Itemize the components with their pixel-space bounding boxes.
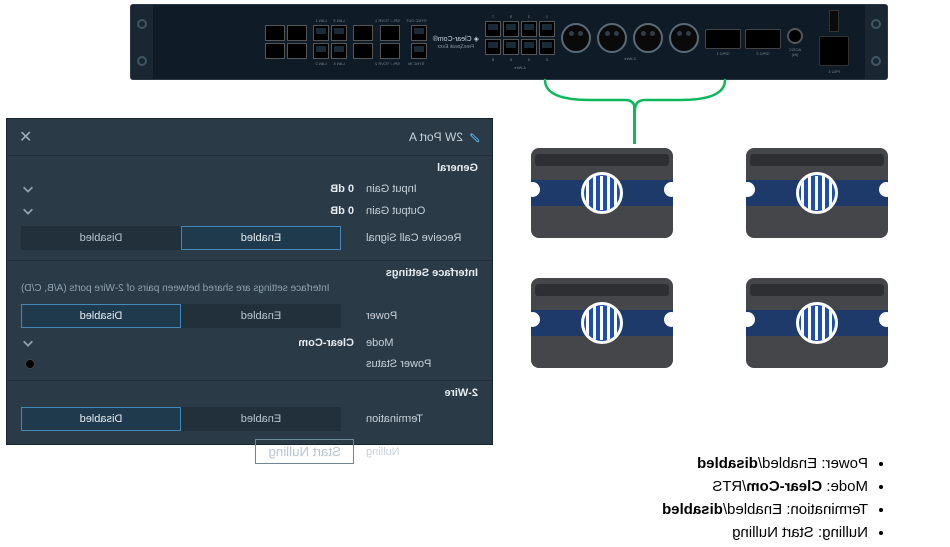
beltpack (746, 148, 888, 238)
two-wire-heading: 2-Wire (21, 387, 478, 399)
termination-label: Termination (366, 413, 478, 425)
power-label: Power (366, 310, 478, 322)
tcvr1-label: SPL / TCVR 1 (375, 18, 400, 23)
four-wire-group: 12 34 56 78 4-Wire (485, 14, 555, 70)
list-item: Mode: Clear-Com/RTS (662, 475, 868, 498)
beltpack (531, 278, 673, 368)
rack-ear-left (865, 5, 887, 79)
two-wire-group: 2-Wire (561, 23, 699, 61)
list-item: Termination: Enabled/disabled (662, 498, 868, 521)
output-gain-label: Output Gain (366, 205, 478, 217)
chevron-down-icon (21, 336, 35, 350)
seg-disabled[interactable]: Disabled (21, 407, 181, 431)
brand-label: Clear-Com (438, 36, 472, 43)
seg-disabled[interactable]: Disabled (21, 304, 181, 328)
lan-sfp-group (265, 25, 307, 59)
connection-wire (634, 104, 637, 144)
pencil-icon (469, 132, 480, 143)
power-status-label: Power Status (366, 358, 478, 370)
input-gain-value: 0 dB (330, 183, 354, 195)
output-gain-value: 0 dB (330, 205, 354, 217)
psu-group: PSU 1 (809, 10, 859, 74)
general-heading: General (21, 162, 478, 174)
acdc-group: AC/DC (IN) (787, 28, 803, 57)
list-item: Nulling: Start Nulling (662, 521, 868, 544)
start-nulling-button[interactable]: Start Nulling (255, 439, 354, 464)
input-gain-row[interactable]: Input Gain 0 dB (21, 178, 478, 200)
input-gain-label: Input Gain (366, 183, 478, 195)
rack-unit: PSU 1 AC/DC (IN) GPIO 2 GPIO 1 2-Wire 12 … (130, 4, 888, 80)
chevron-down-icon (21, 204, 35, 218)
psu1-label: PSU 1 (828, 69, 840, 74)
sync-in-label: SYNC IN (406, 61, 427, 66)
tcvr2-label: SPL / TCVR 2 (375, 61, 400, 66)
beltpack (746, 278, 888, 368)
beltpack (531, 148, 673, 238)
seg-enabled[interactable]: Enabled (181, 226, 341, 250)
receive-call-toggle[interactable]: Enabled Disabled (21, 226, 341, 250)
gpio1-label: GPIO 1 (716, 51, 729, 56)
sync-out-label: SYNC OUT (406, 18, 427, 23)
gpio2-label: GPIO 2 (756, 51, 769, 56)
termination-toggle[interactable]: Enabled Disabled (21, 407, 341, 431)
lan3-label: LAN 3 (331, 18, 347, 23)
acdc-label: AC/DC (IN) (789, 47, 801, 57)
seg-enabled[interactable]: Enabled (181, 304, 341, 328)
bullet-list: Power: Enabled/disabled Mode: Clear-Com/… (662, 452, 888, 544)
nulling-label: Nulling (366, 446, 478, 458)
rack-ear-right (131, 5, 153, 79)
mode-label: Mode (366, 337, 478, 349)
output-gain-row[interactable]: Output Gain 0 dB (21, 200, 478, 222)
chevron-down-icon (21, 182, 35, 196)
power-status-indicator (25, 359, 35, 369)
receive-call-label: Receive Call Signal (366, 232, 478, 244)
close-icon[interactable]: ✕ (19, 127, 32, 147)
model-label: FreeSpeak Exxx (437, 44, 474, 50)
settings-dialog: 2W Port A ✕ General Input Gain 0 dB Outp… (6, 118, 493, 445)
mode-value: Clear-Com (298, 337, 354, 349)
lan4-label: LAN 4 (331, 61, 347, 66)
interface-hint: Interface settings are shared between pa… (21, 283, 478, 294)
four-wire-label: 4-Wire (514, 65, 526, 70)
seg-disabled[interactable]: Disabled (21, 226, 181, 250)
list-item: Power: Enabled/disabled (662, 452, 868, 475)
dialog-title: 2W Port A (409, 130, 463, 144)
mode-row[interactable]: Mode Clear-Com (21, 332, 478, 354)
brand-group: ◈ Clear-Com® FreeSpeak Exxx (433, 35, 479, 50)
beltpack-grid (528, 148, 888, 368)
gpio-group: GPIO 2 GPIO 1 (705, 29, 781, 56)
lan2-label: LAN 2 (313, 61, 329, 66)
tcvr-group: SPL / TCVR 1 SPL / TCVR 2 (353, 18, 400, 66)
two-wire-label: 2-Wire (624, 56, 636, 61)
interface-heading: Interface Settings (21, 267, 478, 279)
lan-group: LAN 3 LAN 4 LAN 1 LAN 2 (313, 18, 347, 66)
lan1-label: LAN 1 (313, 18, 329, 23)
seg-enabled[interactable]: Enabled (181, 407, 341, 431)
sync-group: SYNC OUT SYNC IN (406, 18, 427, 66)
power-toggle[interactable]: Enabled Disabled (21, 304, 341, 328)
